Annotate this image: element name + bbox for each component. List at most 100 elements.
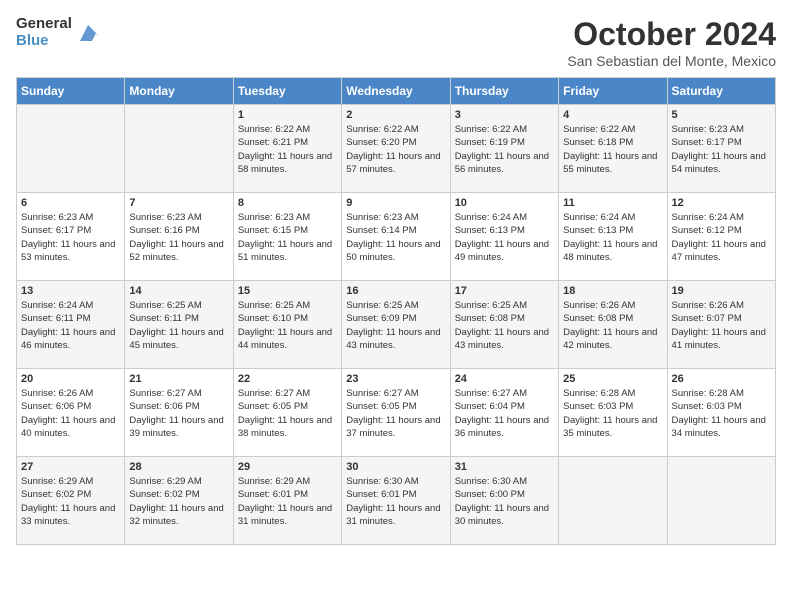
calendar-week-row: 27 Sunrise: 6:29 AM Sunset: 6:02 PM Dayli… (17, 457, 776, 545)
calendar-day-cell: 2 Sunrise: 6:22 AM Sunset: 6:20 PM Daylig… (342, 105, 450, 193)
day-detail: Sunrise: 6:27 AM Sunset: 6:05 PM Dayligh… (238, 387, 337, 440)
day-detail: Sunrise: 6:25 AM Sunset: 6:09 PM Dayligh… (346, 299, 445, 352)
day-number: 14 (129, 285, 228, 297)
calendar-day-cell: 17Sunrise: 6:25 AM Sunset: 6:08 PM Dayli… (450, 281, 558, 369)
day-number: 21 (129, 373, 228, 385)
day-detail: Sunrise: 6:25 AM Sunset: 6:11 PM Dayligh… (129, 299, 228, 352)
header-row: SundayMondayTuesdayWednesdayThursdayFrid… (17, 78, 776, 105)
day-detail: Sunrise: 6:26 AM Sunset: 6:07 PM Dayligh… (672, 299, 771, 352)
calendar-day-cell: 21 Sunrise: 6:27 AM Sunset: 6:06 PM Dayli… (125, 369, 233, 457)
day-detail: Sunrise: 6:26 AM Sunset: 6:06 PM Dayligh… (21, 387, 120, 440)
calendar-week-row: 13Sunrise: 6:24 AM Sunset: 6:11 PM Dayli… (17, 281, 776, 369)
day-detail: Sunrise: 6:23 AM Sunset: 6:15 PM Dayligh… (238, 211, 337, 264)
day-detail: Sunrise: 6:24 AM Sunset: 6:13 PM Dayligh… (563, 211, 662, 264)
header-day: Sunday (17, 78, 125, 105)
calendar-day-cell: 14 Sunrise: 6:25 AM Sunset: 6:11 PM Dayli… (125, 281, 233, 369)
day-number: 7 (129, 197, 228, 209)
calendar-table: SundayMondayTuesdayWednesdayThursdayFrid… (16, 77, 776, 545)
day-number: 1 (238, 109, 337, 121)
day-detail: Sunrise: 6:23 AM Sunset: 6:16 PM Dayligh… (129, 211, 228, 264)
day-number: 28 (129, 461, 228, 473)
day-number: 17 (455, 285, 554, 297)
day-detail: Sunrise: 6:24 AM Sunset: 6:11 PM Dayligh… (21, 299, 120, 352)
day-detail: Sunrise: 6:22 AM Sunset: 6:19 PM Dayligh… (455, 123, 554, 176)
page-header: General Blue October 2024 San Sebastian … (16, 16, 776, 69)
header-day: Thursday (450, 78, 558, 105)
calendar-day-cell: 12 Sunrise: 6:24 AM Sunset: 6:12 PM Dayli… (667, 193, 775, 281)
day-number: 29 (238, 461, 337, 473)
calendar-day-cell: 3 Sunrise: 6:22 AM Sunset: 6:19 PM Daylig… (450, 105, 558, 193)
calendar-day-cell: 9 Sunrise: 6:23 AM Sunset: 6:14 PM Daylig… (342, 193, 450, 281)
day-detail: Sunrise: 6:23 AM Sunset: 6:14 PM Dayligh… (346, 211, 445, 264)
logo-blue: Blue (16, 33, 72, 50)
calendar-day-cell: 29 Sunrise: 6:29 AM Sunset: 6:01 PM Dayli… (233, 457, 341, 545)
calendar-day-cell: 31Sunrise: 6:30 AM Sunset: 6:00 PM Dayli… (450, 457, 558, 545)
day-detail: Sunrise: 6:30 AM Sunset: 6:01 PM Dayligh… (346, 475, 445, 528)
day-number: 10 (455, 197, 554, 209)
day-detail: Sunrise: 6:24 AM Sunset: 6:12 PM Dayligh… (672, 211, 771, 264)
calendar-day-cell: 30 Sunrise: 6:30 AM Sunset: 6:01 PM Dayli… (342, 457, 450, 545)
calendar-day-cell: 20 Sunrise: 6:26 AM Sunset: 6:06 PM Dayli… (17, 369, 125, 457)
calendar-day-cell: 25 Sunrise: 6:28 AM Sunset: 6:03 PM Dayli… (559, 369, 667, 457)
day-number: 16 (346, 285, 445, 297)
day-number: 19 (672, 285, 771, 297)
calendar-day-cell (125, 105, 233, 193)
calendar-body: 1 Sunrise: 6:22 AM Sunset: 6:21 PM Daylig… (17, 105, 776, 545)
day-detail: Sunrise: 6:25 AM Sunset: 6:10 PM Dayligh… (238, 299, 337, 352)
day-number: 20 (21, 373, 120, 385)
calendar-header: SundayMondayTuesdayWednesdayThursdayFrid… (17, 78, 776, 105)
calendar-day-cell: 8 Sunrise: 6:23 AM Sunset: 6:15 PM Daylig… (233, 193, 341, 281)
day-detail: Sunrise: 6:24 AM Sunset: 6:13 PM Dayligh… (455, 211, 554, 264)
header-day: Saturday (667, 78, 775, 105)
calendar-day-cell (17, 105, 125, 193)
calendar-day-cell: 23Sunrise: 6:27 AM Sunset: 6:05 PM Dayli… (342, 369, 450, 457)
calendar-day-cell: 11 Sunrise: 6:24 AM Sunset: 6:13 PM Dayli… (559, 193, 667, 281)
day-number: 3 (455, 109, 554, 121)
calendar-day-cell: 6 Sunrise: 6:23 AM Sunset: 6:17 PM Daylig… (17, 193, 125, 281)
title-block: October 2024 San Sebastian del Monte, Me… (567, 16, 776, 69)
day-number: 8 (238, 197, 337, 209)
day-detail: Sunrise: 6:22 AM Sunset: 6:21 PM Dayligh… (238, 123, 337, 176)
header-day: Wednesday (342, 78, 450, 105)
day-number: 22 (238, 373, 337, 385)
day-detail: Sunrise: 6:23 AM Sunset: 6:17 PM Dayligh… (21, 211, 120, 264)
location-title: San Sebastian del Monte, Mexico (567, 53, 776, 69)
day-detail: Sunrise: 6:29 AM Sunset: 6:01 PM Dayligh… (238, 475, 337, 528)
header-day: Friday (559, 78, 667, 105)
day-detail: Sunrise: 6:22 AM Sunset: 6:20 PM Dayligh… (346, 123, 445, 176)
day-detail: Sunrise: 6:28 AM Sunset: 6:03 PM Dayligh… (563, 387, 662, 440)
day-number: 24 (455, 373, 554, 385)
calendar-day-cell: 16 Sunrise: 6:25 AM Sunset: 6:09 PM Dayli… (342, 281, 450, 369)
calendar-day-cell (667, 457, 775, 545)
calendar-day-cell: 26 Sunrise: 6:28 AM Sunset: 6:03 PM Dayli… (667, 369, 775, 457)
logo-icon (76, 21, 100, 45)
day-number: 11 (563, 197, 662, 209)
day-number: 6 (21, 197, 120, 209)
day-detail: Sunrise: 6:29 AM Sunset: 6:02 PM Dayligh… (129, 475, 228, 528)
calendar-day-cell: 18Sunrise: 6:26 AM Sunset: 6:08 PM Dayli… (559, 281, 667, 369)
day-detail: Sunrise: 6:22 AM Sunset: 6:18 PM Dayligh… (563, 123, 662, 176)
logo: General Blue (16, 16, 100, 49)
day-number: 9 (346, 197, 445, 209)
day-number: 2 (346, 109, 445, 121)
day-number: 18 (563, 285, 662, 297)
calendar-day-cell: 24 Sunrise: 6:27 AM Sunset: 6:04 PM Dayli… (450, 369, 558, 457)
day-detail: Sunrise: 6:27 AM Sunset: 6:06 PM Dayligh… (129, 387, 228, 440)
calendar-week-row: 20 Sunrise: 6:26 AM Sunset: 6:06 PM Dayli… (17, 369, 776, 457)
day-number: 30 (346, 461, 445, 473)
day-detail: Sunrise: 6:27 AM Sunset: 6:04 PM Dayligh… (455, 387, 554, 440)
calendar-day-cell (559, 457, 667, 545)
day-number: 27 (21, 461, 120, 473)
day-number: 25 (563, 373, 662, 385)
day-number: 12 (672, 197, 771, 209)
day-number: 26 (672, 373, 771, 385)
day-number: 4 (563, 109, 662, 121)
day-detail: Sunrise: 6:27 AM Sunset: 6:05 PM Dayligh… (346, 387, 445, 440)
calendar-week-row: 1 Sunrise: 6:22 AM Sunset: 6:21 PM Daylig… (17, 105, 776, 193)
month-title: October 2024 (567, 16, 776, 53)
calendar-day-cell: 13Sunrise: 6:24 AM Sunset: 6:11 PM Dayli… (17, 281, 125, 369)
calendar-day-cell: 28 Sunrise: 6:29 AM Sunset: 6:02 PM Dayli… (125, 457, 233, 545)
day-detail: Sunrise: 6:28 AM Sunset: 6:03 PM Dayligh… (672, 387, 771, 440)
day-detail: Sunrise: 6:30 AM Sunset: 6:00 PM Dayligh… (455, 475, 554, 528)
calendar-day-cell: 1 Sunrise: 6:22 AM Sunset: 6:21 PM Daylig… (233, 105, 341, 193)
